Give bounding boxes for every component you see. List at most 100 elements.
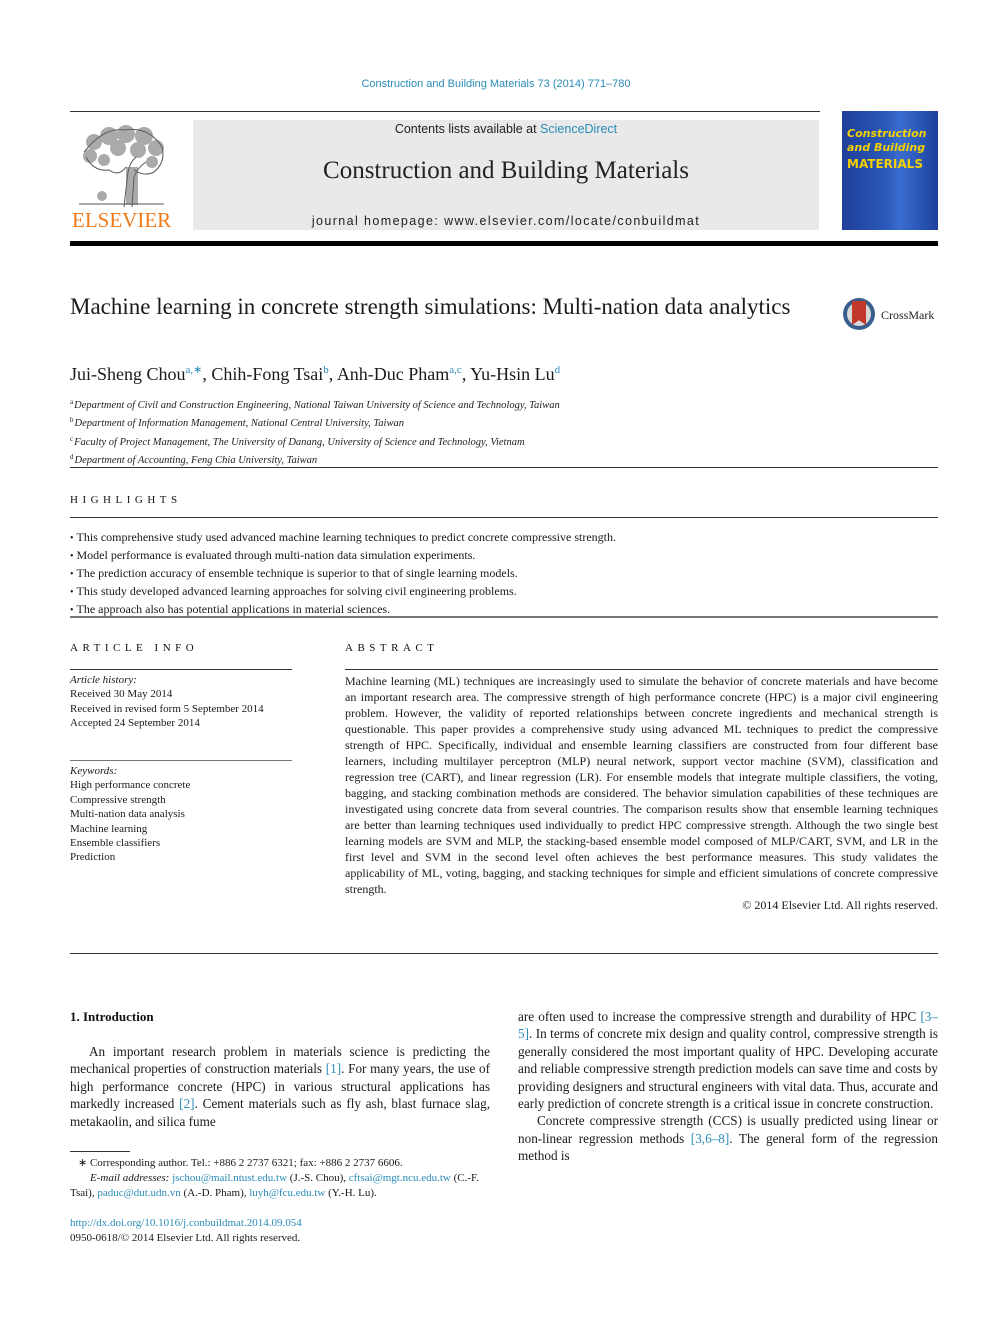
intro-paragraph: are often used to increase the compressi… [518,1008,938,1112]
history-item: Received 30 May 2014 [70,688,173,701]
section-heading-introduction: 1. Introduction [70,1009,154,1024]
author-name[interactable]: Jui-Sheng Chou [70,364,186,384]
intro-paragraph: Concrete compressive strength (CCS) is u… [518,1112,938,1164]
journal-name: Construction and Building Materials [323,157,689,184]
cover-title-line3: MATERIALS [847,157,923,171]
author-affiliation-marker[interactable]: d [555,364,561,376]
highlight-item: This study developed advanced learning a… [70,583,616,601]
author-affiliation-marker[interactable]: a,c [449,364,462,376]
doi-block: http://dx.doi.org/10.1016/j.conbuildmat.… [70,1216,302,1246]
email-link[interactable]: cftsai@mgt.ncu.edu.tw [349,1172,451,1184]
article-title: Machine learning in concrete strength si… [70,294,791,319]
author-list: Jui-Sheng Choua,∗, Chih-Fong Tsaib, Anh-… [70,363,560,385]
footnote-rule [70,1151,130,1152]
author-name[interactable]: Yu-Hsin Lu [470,364,555,384]
intro-right-column: are often used to increase the compressi… [518,1008,938,1165]
crossmark-icon [843,298,875,330]
keywords-label: Keywords: [70,765,118,777]
email-owner: (Y.-H. Lu). [325,1187,377,1199]
abstract-text: Machine learning (ML) techniques are inc… [345,674,938,896]
email-label: E-mail addresses: [90,1172,173,1184]
paragraph-text: . In terms of concrete mix design and qu… [518,1026,938,1112]
intro-paragraph: An important research problem in materia… [70,1043,490,1130]
keyword-item: Prediction [70,851,116,864]
author-name[interactable]: Chih-Fong Tsai [211,364,323,384]
reference-link[interactable]: [3,6–8] [691,1131,729,1146]
affiliation-key: a [70,398,74,406]
affiliation-key: d [70,452,74,461]
author-name[interactable]: Anh-Duc Pham [337,364,449,384]
email-link[interactable]: luyh@fcu.edu.tw [249,1187,325,1199]
keyword-item: Compressive strength [70,793,166,806]
highlights-list: This comprehensive study used advanced m… [70,529,616,619]
elsevier-wordmark: ELSEVIER [72,208,172,232]
affiliations-divider [70,467,938,468]
author-affiliation-marker[interactable]: a,∗ [186,364,203,376]
article-info-rule [70,669,292,670]
affiliation-item: dDepartment of Accounting, Feng Chia Uni… [70,450,560,468]
homepage-url-link[interactable]: www.elsevier.com/locate/conbuildmat [444,214,700,228]
cover-title-line2: and Building [847,141,926,154]
affiliation-item: cFaculty of Project Management, The Univ… [70,432,560,450]
homepage-label: journal homepage: [311,214,445,228]
keywords-section: Keywords: High performance concrete Comp… [70,764,292,865]
crossmark-badge[interactable]: CrossMark [843,298,943,334]
abstract-rule [345,669,938,670]
affiliation-list: aDepartment of Civil and Construction En… [70,395,560,468]
affiliation-text: Department of Accounting, Feng Chia Univ… [74,454,318,466]
reference-link[interactable]: [1] [326,1061,341,1076]
history-item: Accepted 24 September 2014 [70,717,200,730]
corresponding-author-line: ∗ Corresponding author. Tel.: +886 2 273… [78,1157,403,1169]
author-separator: , [461,364,471,384]
abstract-copyright: © 2014 Elsevier Ltd. All rights reserved… [742,898,938,912]
elsevier-logo[interactable]: ELSEVIER [70,120,172,232]
sciencedirect-link[interactable]: ScienceDirect [540,122,617,136]
keyword-item: Ensemble classifiers [70,837,161,850]
issn-copyright: 0950-0618/© 2014 Elsevier Ltd. All right… [70,1232,301,1244]
intro-left-column: An important research problem in materia… [70,1043,490,1130]
cover-title-line1: Construction [847,127,927,140]
email-link[interactable]: paduc@dut.udn.vn [97,1187,180,1199]
highlights-bottom-rule [70,616,938,618]
abstract-body: Machine learning (ML) techniques are inc… [345,673,938,913]
keywords-rule [70,760,292,761]
header-thick-rule [70,241,938,246]
affiliation-text: Department of Civil and Construction Eng… [74,400,560,411]
history-item: Received in revised form 5 September 201… [70,702,264,715]
affiliation-text: Department of Information Management, Na… [74,418,404,430]
highlights-heading: HIGHLIGHTS [70,494,182,506]
abstract-heading: ABSTRACT [345,642,439,654]
affiliation-item: aDepartment of Civil and Construction En… [70,395,560,413]
keyword-item: Multi-nation data analysis [70,808,185,821]
affiliation-text: Faculty of Project Management, The Unive… [74,436,525,448]
journal-header-box: Contents lists available at ScienceDirec… [193,120,819,230]
highlight-item: The prediction accuracy of ensemble tech… [70,565,616,583]
elsevier-tree-icon [79,125,164,208]
affiliation-item: bDepartment of Information Management, N… [70,413,560,431]
corresponding-author-footnote: ∗ Corresponding author. Tel.: +886 2 273… [70,1156,490,1201]
reference-link[interactable]: [2] [179,1096,194,1111]
keyword-item: High performance concrete [70,779,191,792]
doi-link[interactable]: http://dx.doi.org/10.1016/j.conbuildmat.… [70,1216,302,1231]
crossmark-label: CrossMark [881,308,935,322]
email-owner: (J.-S. Chou), [287,1172,349,1184]
email-owner: (A.-D. Pham), [180,1187,250,1199]
journal-cover-thumbnail[interactable]: Construction and Building MATERIALS [842,111,938,230]
header-divider [70,111,820,112]
affiliation-key: c [70,434,74,443]
email-addresses: E-mail addresses: jschou@mail.ntust.edu.… [70,1171,490,1201]
journal-citation-link[interactable]: Construction and Building Materials 73 (… [0,78,992,90]
journal-homepage-line: journal homepage: www.elsevier.com/locat… [193,214,819,228]
article-info-heading: ARTICLE INFO [70,642,199,654]
keyword-item: Machine learning [70,822,148,835]
highlight-item: Model performance is evaluated through m… [70,547,616,565]
affiliation-key: b [70,416,74,425]
contents-prefix: Contents lists available at [394,122,541,136]
highlights-top-rule [70,517,938,518]
highlight-item: This comprehensive study used advanced m… [70,529,616,547]
paragraph-text: are often used to increase the compressi… [518,1009,921,1024]
front-matter-bottom-rule [70,953,938,954]
email-link[interactable]: jschou@mail.ntust.edu.tw [172,1172,287,1184]
article-history-label: Article history: [70,674,137,686]
article-history: Article history: Received 30 May 2014 Re… [70,673,292,731]
